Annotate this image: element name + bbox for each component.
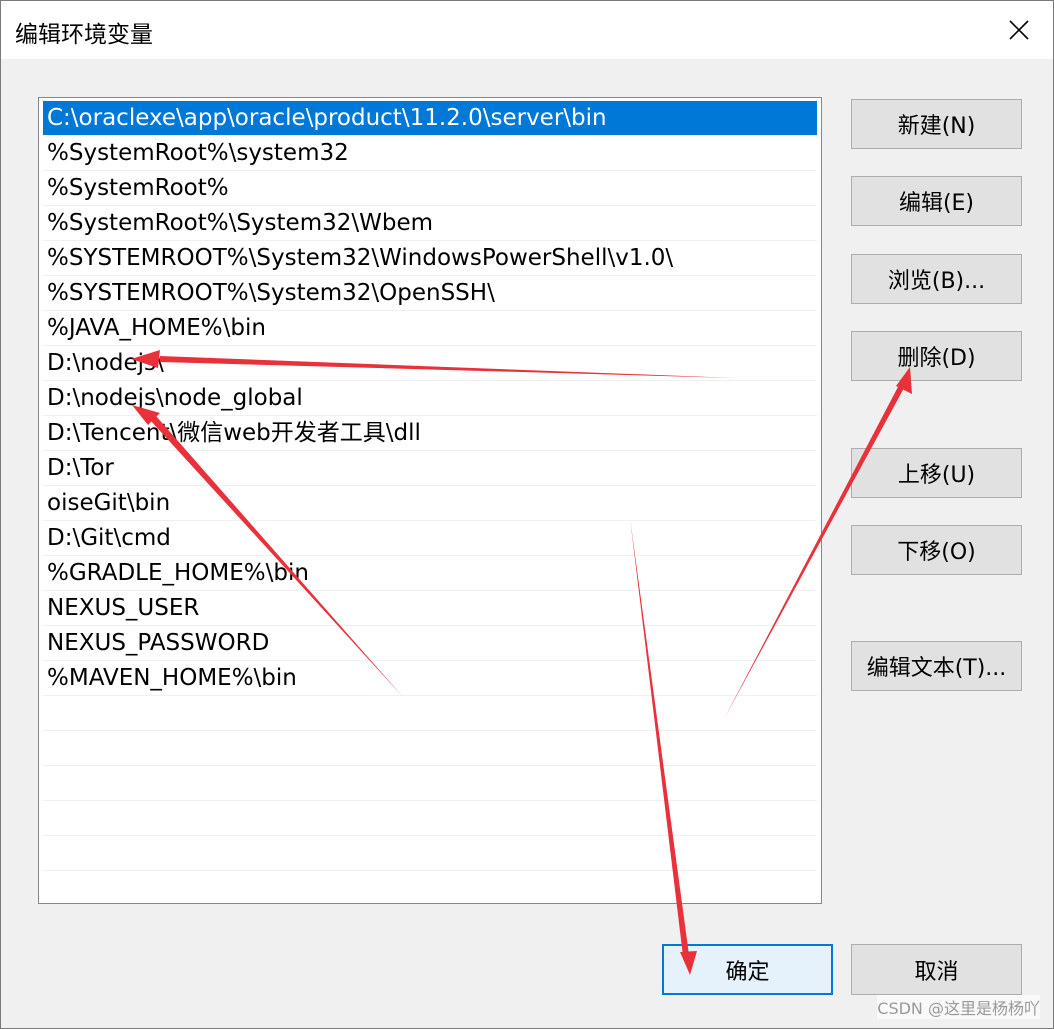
empty-list-row[interactable] <box>43 696 817 731</box>
close-icon <box>1009 20 1029 40</box>
list-item[interactable]: oiseGit\bin <box>43 486 817 521</box>
list-item[interactable]: %JAVA_HOME%\bin <box>43 311 817 346</box>
title-bar: 编辑环境变量 <box>1 1 1053 59</box>
empty-list-row[interactable] <box>43 801 817 836</box>
move-down-button[interactable]: 下移(O) <box>851 525 1022 575</box>
list-item[interactable]: NEXUS_PASSWORD <box>43 626 817 661</box>
edit-button[interactable]: 编辑(E) <box>851 176 1022 226</box>
list-item[interactable]: NEXUS_USER <box>43 591 817 626</box>
delete-button[interactable]: 删除(D) <box>851 331 1022 381</box>
list-item[interactable]: D:\Tencent\微信web开发者工具\dll <box>43 416 817 451</box>
list-item[interactable]: %SYSTEMROOT%\System32\OpenSSH\ <box>43 276 817 311</box>
empty-list-row[interactable] <box>43 836 817 871</box>
list-item[interactable]: %SystemRoot%\system32 <box>43 136 817 171</box>
watermark: CSDN @这里是杨杨吖 <box>877 995 1040 1019</box>
list-item[interactable]: D:\Tor <box>43 451 817 486</box>
list-item[interactable]: C:\oraclexe\app\oracle\product\11.2.0\se… <box>43 101 817 136</box>
list-item[interactable]: %SystemRoot%\System32\Wbem <box>43 206 817 241</box>
empty-list-row[interactable] <box>43 731 817 766</box>
edit-text-button[interactable]: 编辑文本(T)... <box>851 641 1022 691</box>
cancel-button[interactable]: 取消 <box>851 944 1022 995</box>
close-button[interactable] <box>985 1 1053 59</box>
move-up-button[interactable]: 上移(U) <box>851 448 1022 498</box>
empty-list-row[interactable] <box>43 766 817 801</box>
empty-list-row[interactable] <box>43 871 817 903</box>
list-item[interactable]: %GRADLE_HOME%\bin <box>43 556 817 591</box>
list-item[interactable]: D:\Git\cmd <box>43 521 817 556</box>
new-button[interactable]: 新建(N) <box>851 99 1022 149</box>
edit-env-variable-dialog: 编辑环境变量 C:\oraclexe\app\oracle\product\11… <box>0 0 1054 1029</box>
list-item[interactable]: %MAVEN_HOME%\bin <box>43 661 817 696</box>
ok-button[interactable]: 确定 <box>662 944 833 995</box>
list-item[interactable]: D:\nodejs\ <box>43 346 817 381</box>
list-item[interactable]: %SystemRoot% <box>43 171 817 206</box>
path-list[interactable]: C:\oraclexe\app\oracle\product\11.2.0\se… <box>38 97 822 904</box>
window-title: 编辑环境变量 <box>15 22 153 48</box>
browse-button[interactable]: 浏览(B)... <box>851 254 1022 304</box>
list-item[interactable]: %SYSTEMROOT%\System32\WindowsPowerShell\… <box>43 241 817 276</box>
list-item[interactable]: D:\nodejs\node_global <box>43 381 817 416</box>
